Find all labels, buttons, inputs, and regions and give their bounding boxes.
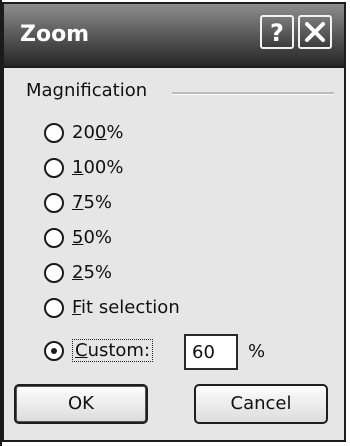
option-custom-label: Custom: bbox=[72, 339, 154, 362]
focus-rectangle: Custom: bbox=[72, 339, 154, 362]
percent-sign: % bbox=[248, 341, 266, 362]
svg-text:?: ? bbox=[270, 19, 284, 47]
dialog-title: Zoom bbox=[20, 22, 90, 47]
help-button[interactable]: ? bbox=[260, 15, 294, 49]
option-200-label: 200% bbox=[72, 122, 124, 143]
radio-75[interactable] bbox=[44, 193, 64, 213]
title-bar[interactable]: Zoom ? bbox=[4, 4, 344, 68]
option-25-label: 25% bbox=[72, 262, 113, 283]
cancel-button[interactable]: Cancel bbox=[194, 384, 328, 424]
option-fit-selection-label: Fit selection bbox=[72, 297, 180, 318]
ok-button[interactable]: OK bbox=[14, 384, 148, 424]
radio-100[interactable] bbox=[44, 158, 64, 178]
group-divider bbox=[172, 92, 334, 95]
option-75-label: 75% bbox=[72, 192, 113, 213]
close-button[interactable] bbox=[298, 15, 332, 49]
close-x-icon bbox=[305, 22, 325, 42]
radio-50[interactable] bbox=[44, 228, 64, 248]
radio-25[interactable] bbox=[44, 263, 64, 283]
custom-percent-input[interactable] bbox=[184, 334, 238, 370]
option-50-label: 50% bbox=[72, 227, 113, 248]
question-mark-icon: ? bbox=[270, 19, 284, 47]
radio-custom[interactable] bbox=[44, 341, 64, 361]
magnification-group-label: Magnification bbox=[26, 80, 148, 101]
radio-fit-selection[interactable] bbox=[44, 298, 64, 318]
option-100-label: 100% bbox=[72, 157, 124, 178]
zoom-dialog: Zoom ? Magnification 200% 100% 75% 50% 2… bbox=[2, 2, 346, 442]
radio-200[interactable] bbox=[44, 123, 64, 143]
